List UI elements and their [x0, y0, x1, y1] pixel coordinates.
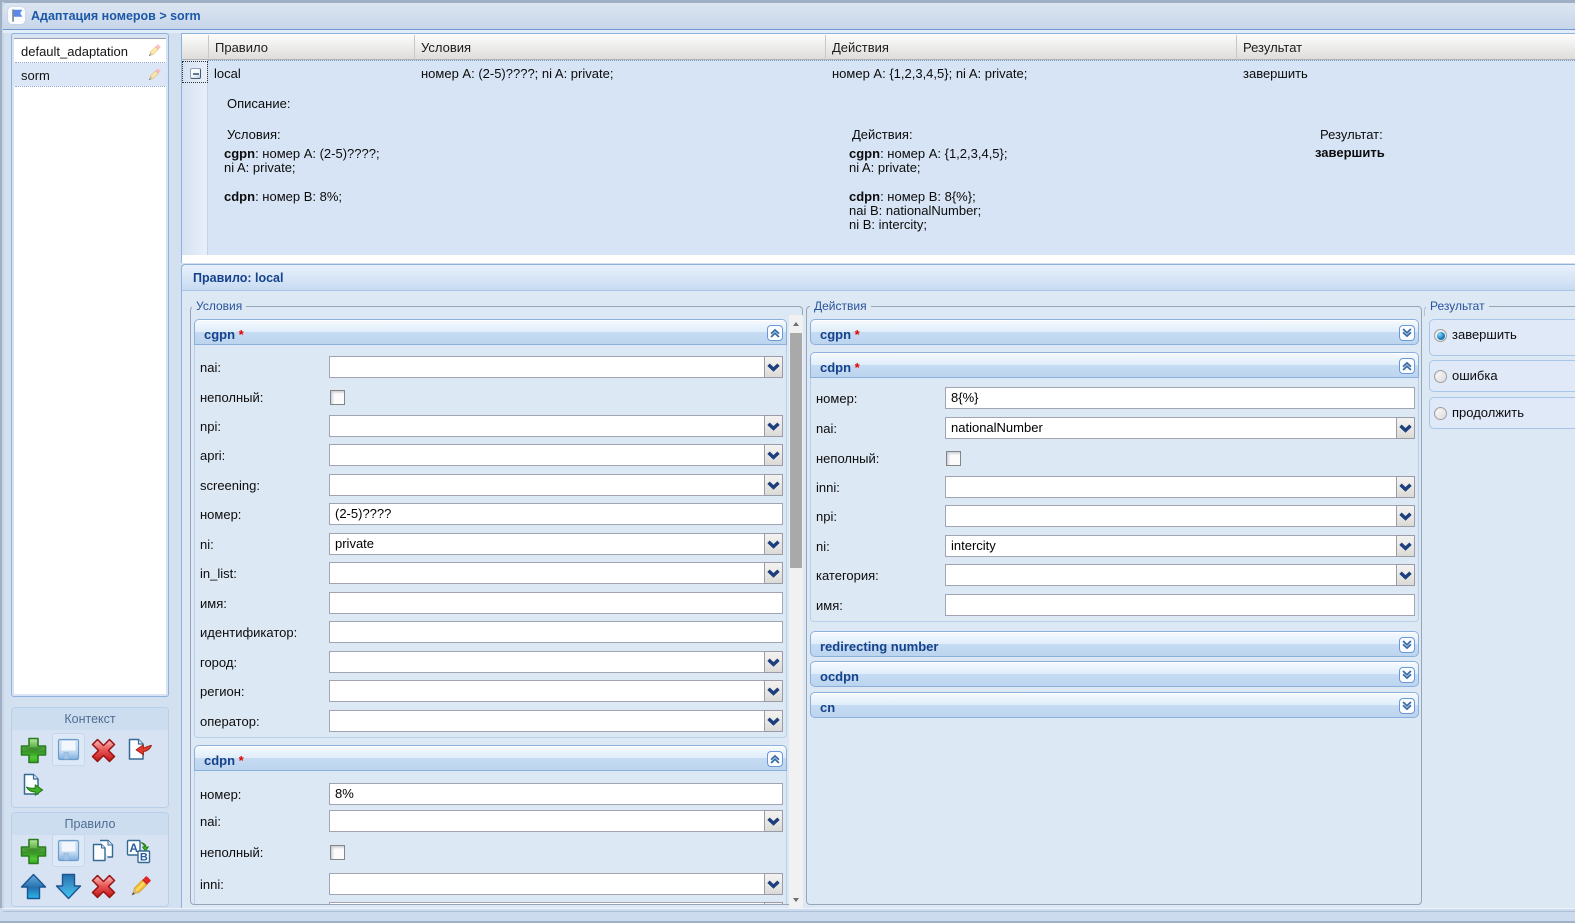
svg-text:A: A: [129, 841, 138, 855]
svg-text:B: B: [140, 851, 148, 863]
